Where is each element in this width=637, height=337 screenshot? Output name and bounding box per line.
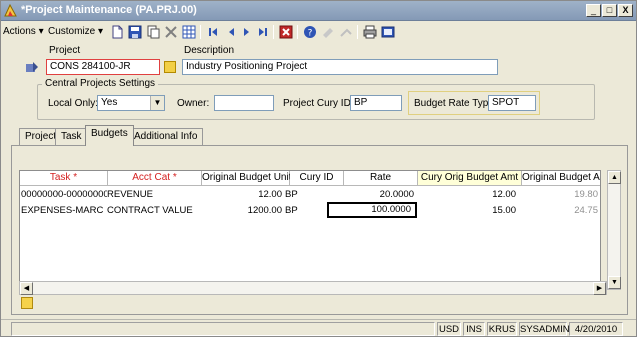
cell-orig-amt: 24.75 <box>574 205 598 216</box>
toolbar-separator <box>357 25 358 39</box>
cell-cury-orig-amt[interactable]: 15.00 <box>418 204 516 218</box>
tab-task[interactable]: Task <box>55 128 88 145</box>
vertical-scrollbar[interactable]: ▲ ▼ <box>607 170 621 290</box>
column-header-orig-units[interactable]: Original Budget Units <box>202 171 297 186</box>
prev-icon[interactable] <box>224 25 238 39</box>
owner-input[interactable] <box>214 95 274 111</box>
cell-orig-amt: 19.80 <box>574 189 598 200</box>
status-message <box>11 322 435 336</box>
last-icon[interactable] <box>256 25 270 39</box>
cell-task[interactable]: 00000000-00000000 <box>21 188 107 202</box>
project-label: Project <box>49 45 81 56</box>
first-icon[interactable] <box>206 25 220 39</box>
project-input[interactable]: CONS 284100-JR <box>46 59 160 75</box>
horizontal-scrollbar[interactable]: ◀ ▶ <box>19 281 607 295</box>
cell-rate[interactable]: 20.0000 <box>344 188 414 202</box>
preview-icon[interactable] <box>381 25 395 39</box>
scroll-up-icon[interactable]: ▲ <box>608 171 621 184</box>
attach-icon <box>323 28 333 38</box>
toolbar-separator <box>200 25 201 39</box>
minimize-button[interactable]: _ <box>586 4 601 17</box>
column-header-acct-cat[interactable]: Acct Cat * <box>108 171 202 186</box>
cell-orig-units[interactable]: 12.00 <box>202 188 282 202</box>
column-header-rate[interactable]: Rate <box>344 171 418 186</box>
new-icon[interactable] <box>110 25 124 39</box>
app-icon <box>4 4 17 17</box>
help-icon[interactable]: ? <box>303 25 317 39</box>
save-icon[interactable] <box>128 25 142 39</box>
local-only-label: Local Only: <box>48 98 99 109</box>
status-user: SYSADMIN <box>519 322 570 336</box>
cell-cury-id[interactable]: BP <box>285 188 325 202</box>
column-header-task[interactable]: Task * <box>20 171 108 186</box>
cell-acct-cat[interactable]: REVENUE <box>107 188 201 202</box>
delete-icon[interactable] <box>164 25 178 39</box>
local-only-value: Yes <box>101 97 118 108</box>
print-icon[interactable] <box>363 25 377 39</box>
application-window: *Project Maintenance (PA.PRJ.00) _ □ X A… <box>0 0 637 337</box>
note-icon[interactable] <box>21 297 33 309</box>
grid-footer <box>19 296 607 310</box>
maximize-button[interactable]: □ <box>602 4 617 17</box>
toolbar: Actions ▾ Customize ▾ ? <box>1 22 636 42</box>
column-header-cury-id[interactable]: Cury ID <box>290 171 344 186</box>
scroll-right-icon[interactable]: ▶ <box>593 282 606 295</box>
cancel-icon[interactable] <box>279 25 293 39</box>
rate-edit-field[interactable]: 100.0000 <box>327 202 417 218</box>
cell-acct-cat[interactable]: CONTRACT VALUE <box>107 204 201 218</box>
grid-icon[interactable] <box>182 25 196 39</box>
scroll-left-icon[interactable]: ◀ <box>20 282 33 295</box>
column-header-orig-amt[interactable]: Original Budget Amt <box>522 171 600 186</box>
cury-id-input[interactable]: BP <box>350 95 402 111</box>
scroll-down-icon[interactable]: ▼ <box>608 276 621 289</box>
description-label: Description <box>184 45 235 56</box>
copy-icon[interactable] <box>146 25 160 39</box>
cell-task[interactable]: EXPENSES-MARC <box>21 204 107 218</box>
customize-menu[interactable]: Customize ▾ <box>48 26 103 37</box>
local-only-select[interactable]: Yes ▼ <box>97 95 165 111</box>
actions-menu[interactable]: Actions ▾ <box>3 26 44 37</box>
toolbar-separator <box>273 25 274 39</box>
title-bar: *Project Maintenance (PA.PRJ.00) _ □ X <box>1 1 636 21</box>
status-mode: INS <box>463 322 485 336</box>
next-icon[interactable] <box>240 25 254 39</box>
column-header-cury-orig-amt[interactable]: Cury Orig Budget Amt <box>418 171 522 186</box>
status-bar: USD INS KRUS SYSADMIN 4/20/2010 <box>1 319 636 336</box>
budget-rate-type-input[interactable]: SPOT <box>488 95 536 111</box>
grid-header: Task * Acct Cat * Original Budget Units … <box>20 171 600 186</box>
group-title: Central Projects Settings <box>42 78 159 89</box>
tab-additional-info[interactable]: Additional Info <box>128 128 204 145</box>
close-button[interactable]: X <box>618 4 633 17</box>
budgets-grid: Task * Acct Cat * Original Budget Units … <box>19 170 601 290</box>
cell-orig-units[interactable]: 1200.00 <box>202 204 282 218</box>
hand-pointer-icon <box>26 62 38 72</box>
status-date: 4/20/2010 <box>569 322 623 336</box>
tab-budgets[interactable]: Budgets <box>85 125 134 146</box>
cell-cury-id[interactable]: BP <box>285 204 325 218</box>
cell-cury-orig-amt[interactable]: 12.00 <box>418 188 516 202</box>
budget-rate-type-label: Budget Rate Type: <box>414 98 497 109</box>
description-input[interactable]: Industry Positioning Project <box>182 59 498 75</box>
status-company: KRUS <box>487 322 517 336</box>
svg-text:?: ? <box>308 29 313 39</box>
owner-label: Owner: <box>177 98 210 109</box>
mail-icon <box>340 28 352 37</box>
chevron-down-icon[interactable]: ▼ <box>150 96 164 110</box>
cury-id-label: Project Cury ID: <box>283 98 354 109</box>
toolbar-separator <box>297 25 298 39</box>
lookup-icon[interactable] <box>164 61 176 73</box>
status-currency: USD <box>437 322 461 336</box>
window-title: *Project Maintenance (PA.PRJ.00) <box>21 4 197 16</box>
